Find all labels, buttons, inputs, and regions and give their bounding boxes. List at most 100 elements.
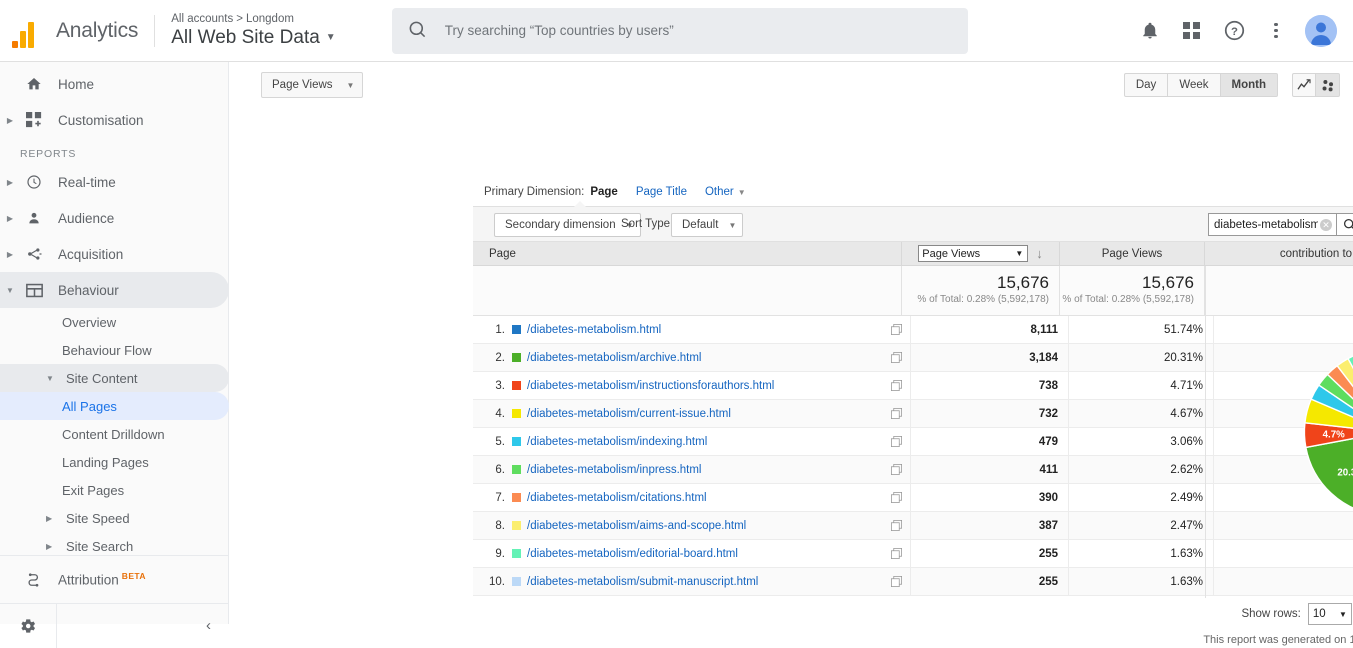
column-header-page-views: Page Views bbox=[1059, 242, 1204, 266]
breadcrumb-separator: > bbox=[236, 13, 243, 25]
sidebar-sub-label: Landing Pages bbox=[62, 455, 149, 470]
row-page-link[interactable]: /diabetes-metabolism/editorial-board.htm… bbox=[527, 548, 882, 560]
open-in-new-icon[interactable] bbox=[882, 548, 910, 559]
row-page-link[interactable]: /diabetes-metabolism/current-issue.html bbox=[527, 408, 882, 420]
chevron-down-icon: ▼ bbox=[1339, 610, 1347, 619]
table-search-button[interactable] bbox=[1336, 213, 1353, 236]
open-in-new-icon[interactable] bbox=[882, 324, 910, 335]
chevron-right-icon[interactable]: ▶ bbox=[46, 542, 62, 551]
sidebar-item-exit-pages[interactable]: Exit Pages bbox=[0, 476, 229, 504]
scatter-chart-icon[interactable] bbox=[1316, 73, 1340, 97]
sidebar-item-attribution[interactable]: AttributionBETA bbox=[0, 555, 229, 603]
granularity-week[interactable]: Week bbox=[1168, 73, 1220, 97]
row-color-swatch bbox=[505, 437, 527, 446]
attribution-icon bbox=[20, 571, 48, 589]
primary-dimension-page-title[interactable]: Page Title bbox=[636, 186, 687, 198]
date-granularity-group: Day Week Month bbox=[1124, 73, 1278, 97]
clock-icon bbox=[20, 174, 48, 190]
primary-dimension-other[interactable]: Other▼ bbox=[705, 186, 746, 198]
pie-svg: 51.7%20.3%4.7% bbox=[1300, 344, 1353, 520]
property-name[interactable]: All Web Site Data ▼ bbox=[171, 26, 335, 50]
sidebar-item-acquisition[interactable]: ▶ Acquisition bbox=[0, 236, 229, 272]
generated-text: This report was generated on 19/03/2020 … bbox=[1203, 634, 1353, 646]
row-page-link[interactable]: /diabetes-metabolism.html bbox=[527, 324, 882, 336]
sidebar-item-behaviour-flow[interactable]: Behaviour Flow bbox=[0, 336, 229, 364]
metric-column-value: Page Views bbox=[922, 248, 980, 260]
sidebar-item-label: Audience bbox=[58, 211, 114, 226]
open-in-new-icon[interactable] bbox=[882, 380, 910, 391]
sidebar-item-behaviour[interactable]: ▼ Behaviour bbox=[0, 272, 229, 308]
account-selector[interactable]: All accounts>Longdom All Web Site Data ▼ bbox=[171, 12, 335, 50]
sort-desc-icon[interactable]: ↓ bbox=[1036, 246, 1043, 261]
row-color-swatch bbox=[505, 577, 527, 586]
clear-search-icon[interactable]: ✕ bbox=[1320, 219, 1332, 231]
chevron-right-icon[interactable]: ▶ bbox=[46, 514, 62, 523]
metric-select-button[interactable]: Page Views ▼ bbox=[261, 72, 363, 98]
table-controls-bar: Secondary dimension ▼ Sort Type: Default… bbox=[473, 206, 1353, 242]
totals-metric-cell: 15,676 % of Total: 0.28% (5,592,178) bbox=[901, 266, 1059, 315]
sidebar-item-landing-pages[interactable]: Landing Pages bbox=[0, 448, 229, 476]
chevron-down-icon[interactable]: ▼ bbox=[0, 286, 20, 295]
sidebar-item-home[interactable]: Home bbox=[0, 66, 229, 102]
bell-icon[interactable] bbox=[1137, 18, 1163, 44]
gear-icon[interactable] bbox=[0, 617, 56, 635]
more-vertical-icon[interactable] bbox=[1263, 18, 1289, 44]
chevron-right-icon[interactable]: ▶ bbox=[0, 250, 20, 259]
table-search-input[interactable] bbox=[1208, 213, 1336, 236]
open-in-new-icon[interactable] bbox=[882, 492, 910, 503]
global-search[interactable] bbox=[392, 8, 968, 54]
sidebar-item-overview[interactable]: Overview bbox=[0, 308, 229, 336]
search-input[interactable] bbox=[443, 22, 952, 39]
pagination: Show rows: 10 ▼ Go to: 1 1-10 of 67 ‹ › bbox=[1241, 603, 1353, 625]
open-in-new-icon[interactable] bbox=[882, 408, 910, 419]
row-page-link[interactable]: /diabetes-metabolism/archive.html bbox=[527, 352, 882, 364]
row-page-link[interactable]: /diabetes-metabolism/aims-and-scope.html bbox=[527, 520, 882, 532]
collapse-icon[interactable]: ‹ bbox=[206, 617, 211, 634]
row-page-link[interactable]: /diabetes-metabolism/instructionsforauth… bbox=[527, 380, 882, 392]
sidebar-footer: ‹ bbox=[0, 603, 229, 647]
sidebar-item-site-search[interactable]: ▶ Site Search bbox=[0, 532, 229, 555]
chevron-right-icon[interactable]: ▶ bbox=[0, 214, 20, 223]
row-page-link[interactable]: /diabetes-metabolism/submit-manuscript.h… bbox=[527, 576, 882, 588]
row-page-link[interactable]: /diabetes-metabolism/indexing.html bbox=[527, 436, 882, 448]
sidebar-item-site-speed[interactable]: ▶ Site Speed bbox=[0, 504, 229, 532]
totals-value: 15,676 bbox=[902, 272, 1049, 294]
metric-select-label: Page Views bbox=[272, 79, 333, 91]
chevron-down-icon[interactable]: ▼ bbox=[46, 374, 62, 383]
granularity-month[interactable]: Month bbox=[1221, 73, 1278, 97]
breadcrumb-account[interactable]: Longdom bbox=[246, 13, 294, 25]
open-in-new-icon[interactable] bbox=[882, 576, 910, 587]
sidebar-item-audience[interactable]: ▶ Audience bbox=[0, 200, 229, 236]
secondary-dimension-button[interactable]: Secondary dimension ▼ bbox=[494, 213, 641, 237]
analytics-app: Analytics All accounts>Longdom All Web S… bbox=[0, 0, 1353, 624]
open-in-new-icon[interactable] bbox=[882, 464, 910, 475]
column-header-page: Page bbox=[473, 248, 901, 260]
help-icon[interactable]: ? bbox=[1221, 18, 1247, 44]
metric-column-select[interactable]: Page Views ▼ bbox=[918, 245, 1028, 262]
open-in-new-icon[interactable] bbox=[882, 352, 910, 363]
sidebar-item-customisation[interactable]: ▶ Customisation bbox=[0, 102, 229, 138]
sidebar-item-real-time[interactable]: ▶ Real-time bbox=[0, 164, 229, 200]
breadcrumb-all-accounts[interactable]: All accounts bbox=[171, 13, 233, 25]
chevron-right-icon[interactable]: ▶ bbox=[0, 116, 20, 125]
show-rows-select[interactable]: 10 ▼ bbox=[1308, 603, 1352, 625]
row-page-link[interactable]: /diabetes-metabolism/inpress.html bbox=[527, 464, 882, 476]
sidebar-item-site-content[interactable]: ▼ Site Content bbox=[0, 364, 229, 392]
row-index: 5. bbox=[473, 436, 505, 448]
granularity-day[interactable]: Day bbox=[1124, 73, 1168, 97]
sidebar-sub-label: Exit Pages bbox=[62, 483, 124, 498]
sidebar-item-all-pages[interactable]: All Pages bbox=[0, 392, 229, 420]
pie-slice-label: 20.3% bbox=[1337, 467, 1353, 478]
primary-dimension-current[interactable]: Page bbox=[590, 186, 618, 198]
row-color-swatch bbox=[505, 353, 527, 362]
open-in-new-icon[interactable] bbox=[882, 520, 910, 531]
sidebar-item-content-drilldown[interactable]: Content Drilldown bbox=[0, 420, 229, 448]
line-chart-icon[interactable] bbox=[1292, 73, 1316, 97]
sort-type-button[interactable]: Default ▼ bbox=[671, 213, 743, 237]
row-page-link[interactable]: /diabetes-metabolism/citations.html bbox=[527, 492, 882, 504]
sidebar-item-label: AttributionBETA bbox=[58, 571, 146, 588]
avatar[interactable] bbox=[1305, 15, 1337, 47]
open-in-new-icon[interactable] bbox=[882, 436, 910, 447]
apps-grid-icon[interactable] bbox=[1179, 18, 1205, 44]
chevron-right-icon[interactable]: ▶ bbox=[0, 178, 20, 187]
